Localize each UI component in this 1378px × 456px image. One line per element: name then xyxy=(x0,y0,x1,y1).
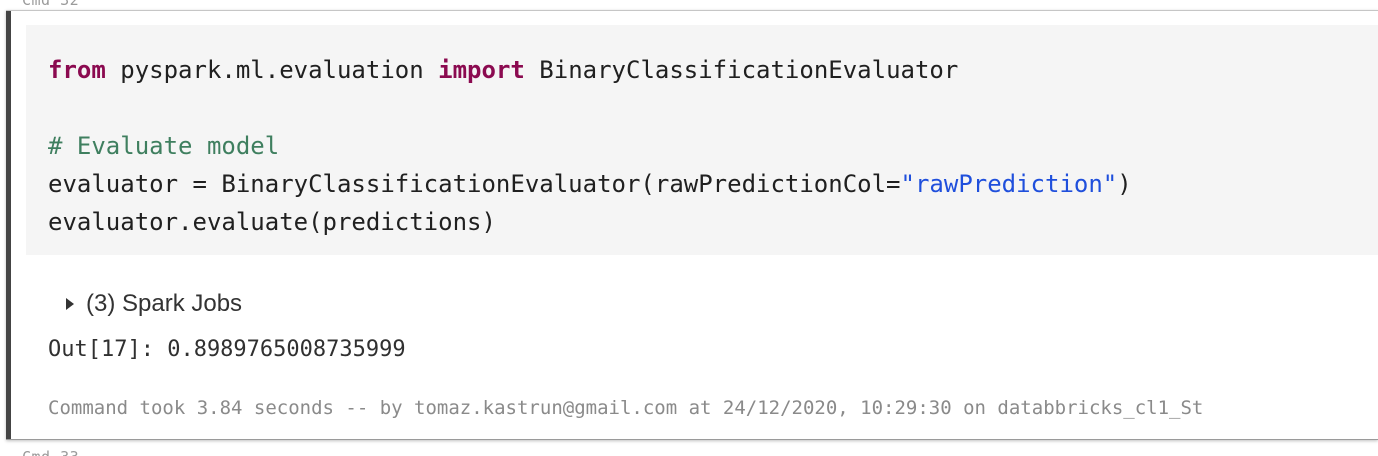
code-comment: # Evaluate model xyxy=(48,132,280,160)
spark-jobs-label: (3) Spark Jobs xyxy=(86,290,243,317)
code-editor[interactable]: from pyspark.ml.evaluation import Binary… xyxy=(26,25,1378,255)
notebook-cell[interactable]: from pyspark.ml.evaluation import Binary… xyxy=(6,10,1378,440)
command-status-footer: Command took 3.84 seconds -- by tomaz.ka… xyxy=(48,397,1204,419)
keyword-import: import xyxy=(438,56,525,84)
code-line-import: from pyspark.ml.evaluation import Binary… xyxy=(48,56,958,84)
code-content[interactable]: from pyspark.ml.evaluation import Binary… xyxy=(48,51,1132,241)
cell-output: Out[17]: 0.8989765008735999 xyxy=(48,337,406,362)
expand-triangle-icon[interactable] xyxy=(66,298,74,310)
module-path: pyspark.ml.evaluation xyxy=(105,56,439,84)
closing-paren: ) xyxy=(1117,170,1132,198)
cell-label-previous: Cmd 32 xyxy=(22,0,80,9)
cell-selection-bar xyxy=(6,11,11,439)
string-literal: "rawPrediction" xyxy=(900,170,1118,198)
imported-class: BinaryClassificationEvaluator xyxy=(524,56,959,84)
cell-label-next: Cmd 33 xyxy=(22,448,79,456)
code-line-evaluator: evaluator = BinaryClassificationEvaluato… xyxy=(48,170,1132,198)
spark-jobs-toggle[interactable]: (3) Spark Jobs xyxy=(66,290,242,318)
keyword-from: from xyxy=(48,56,106,84)
evaluator-assignment: evaluator = BinaryClassificationEvaluato… xyxy=(48,170,901,198)
code-line-evaluate: evaluator.evaluate(predictions) xyxy=(48,208,496,236)
